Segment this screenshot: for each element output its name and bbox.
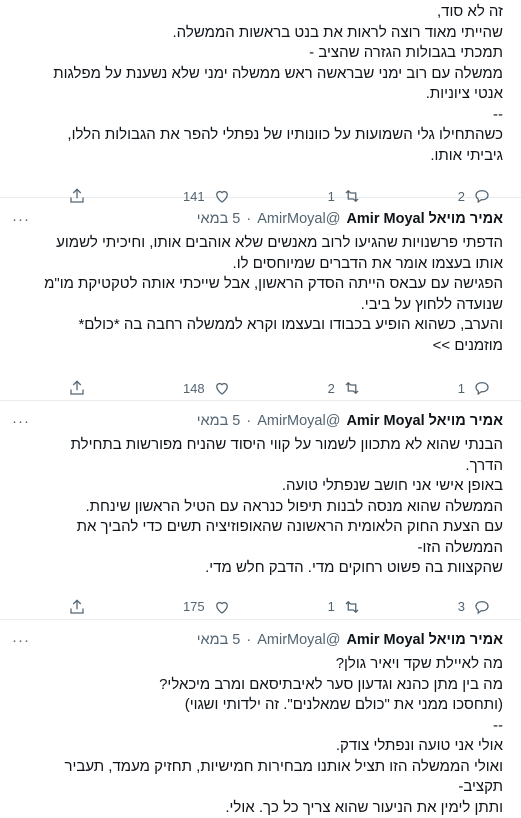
tweet-3[interactable]: אמיר מויאל Amir Moyal @AmirMoyal · 5 במא… <box>0 401 521 620</box>
tweet-line: באופן אישי אני חושב שנפתלי טועה. <box>12 476 503 497</box>
separator-dot: · <box>246 413 251 429</box>
tweet-line: מה לאיילת שקד ויאיר גולן? <box>12 654 503 675</box>
tweet-body: הבנתי שהוא לא מתכוון לשמור על קווי היסוד… <box>12 435 503 579</box>
separator-dot: · <box>246 632 251 648</box>
tweet-actions: 148 2 1 <box>12 371 503 405</box>
tweet-line: אנטי ציוניות. <box>12 84 503 105</box>
tweet-body: הדפתי פרשנויות שהגיעו לרוב מאנשים שלא או… <box>12 233 503 356</box>
tweet-line: הדפתי פרשנויות שהגיעו לרוב מאנשים שלא או… <box>12 233 503 254</box>
tweet-line: זה לא סוד, <box>12 2 503 23</box>
heart-icon <box>213 379 231 397</box>
reply-icon <box>473 379 491 397</box>
retweet-button[interactable]: 1 <box>328 598 361 616</box>
tweet-date[interactable]: 5 במאי <box>197 632 241 648</box>
reply-icon <box>473 598 491 616</box>
share-icon <box>68 598 86 616</box>
tweet-line: גיביתי אותו. <box>12 146 503 167</box>
tweet-line: הבנתי שהוא לא מתכוון לשמור על קווי היסוד… <box>12 435 503 456</box>
reply-count: 3 <box>458 599 465 614</box>
tweet-thread: זה לא סוד, שהייתי מאוד רוצה לראות את בנט… <box>0 0 521 810</box>
tweet-line: הממשלה שהוא מנסה לבנות תיפול כנראה עם הט… <box>12 497 503 518</box>
tweet-line: מה בין מתן כהנא וגדעון סער לאיבתיסאם ומר… <box>12 675 503 696</box>
author-name[interactable]: אמיר מויאל Amir Moyal <box>346 413 503 429</box>
tweet-line: אותו בעצמו אומר את הדברים שמיוחסים לו. <box>12 254 503 275</box>
tweet-line: -- <box>12 716 503 737</box>
reply-count: 1 <box>458 381 465 396</box>
heart-icon <box>213 598 231 616</box>
tweet-4[interactable]: אמיר מויאל Amir Moyal @AmirMoyal · 5 במא… <box>0 620 521 810</box>
reply-button[interactable]: 3 <box>458 598 491 616</box>
author-handle[interactable]: @AmirMoyal <box>257 211 340 227</box>
tweet-header: אמיר מויאל Amir Moyal @AmirMoyal · 5 במא… <box>12 209 503 229</box>
retweet-icon <box>343 379 361 397</box>
tweet-line: (ותחסכו ממני את "כולם שמאלנים". זה ילדות… <box>12 695 503 716</box>
more-options-icon[interactable]: ··· <box>12 413 30 430</box>
tweet-body: מה לאיילת שקד ויאיר גולן? מה בין מתן כהנ… <box>12 654 503 818</box>
tweet-line: שנועדה ללחוץ על ביבי. <box>12 295 503 316</box>
tweet-line: הדרך. <box>12 456 503 477</box>
tweet-line: תמכתי בגבולות הגזרה שהציב - <box>12 43 503 64</box>
share-button[interactable] <box>68 379 86 397</box>
like-count: 175 <box>183 599 205 614</box>
tweet-date[interactable]: 5 במאי <box>197 211 241 227</box>
tweet-1[interactable]: זה לא סוד, שהייתי מאוד רוצה לראות את בנט… <box>0 0 521 198</box>
more-options-icon[interactable]: ··· <box>12 211 30 228</box>
like-button[interactable]: 148 <box>183 379 231 397</box>
more-options-icon[interactable]: ··· <box>12 632 30 649</box>
tweet-line: שהייתי מאוד רוצה לראות את בנט בראשות הממ… <box>12 23 503 44</box>
like-button[interactable]: 175 <box>183 598 231 616</box>
tweet-line: -- <box>12 105 503 126</box>
retweet-icon <box>343 598 361 616</box>
retweet-button[interactable]: 2 <box>328 379 361 397</box>
tweet-date[interactable]: 5 במאי <box>197 413 241 429</box>
separator-dot: · <box>246 211 251 227</box>
reply-button[interactable]: 1 <box>458 379 491 397</box>
share-icon <box>68 379 86 397</box>
author-name[interactable]: אמיר מויאל Amir Moyal <box>346 632 503 648</box>
tweet-line: מוזמנים >> <box>12 336 503 357</box>
author-handle[interactable]: @AmirMoyal <box>257 632 340 648</box>
retweet-count: 2 <box>328 381 335 396</box>
tweet-line: שהקצוות בה פשוט רחוקים מדי. הדבק חלש מדי… <box>12 558 503 579</box>
tweet-actions: 175 1 3 <box>12 590 503 624</box>
author-name[interactable]: אמיר מויאל Amir Moyal <box>346 211 503 227</box>
retweet-count: 1 <box>328 599 335 614</box>
tweet-line: עם הצעת החוק הלאומית הראשונה שהאופוזיציה… <box>12 517 503 538</box>
tweet-line: והערב, כשהוא הופיע בכבודו ובעצמו וקרא למ… <box>12 315 503 336</box>
tweet-header: אמיר מויאל Amir Moyal @AmirMoyal · 5 במא… <box>12 630 503 650</box>
tweet-line: ואולי הממשלה הזו תציל אותנו מבחירות חמיש… <box>12 757 503 778</box>
tweet-line: ממשלה עם רוב ימני שבראשה ראש ממשלה ימני … <box>12 64 503 85</box>
tweet-header: אמיר מויאל Amir Moyal @AmirMoyal · 5 במא… <box>12 411 503 431</box>
tweet-line: ותתן לימין את הניעור שהוא צריך כל כך. או… <box>12 798 503 818</box>
tweet-line: כשהתחילו גלי השמועות על כוונותיו של נפתל… <box>12 125 503 146</box>
tweet-line: הממשלה הזו- <box>12 538 503 559</box>
author-handle[interactable]: @AmirMoyal <box>257 413 340 429</box>
tweet-body: זה לא סוד, שהייתי מאוד רוצה לראות את בנט… <box>12 0 503 166</box>
tweet-line: הפגישה עם עבאס הייתה הסדק הראשון, אבל שי… <box>12 274 503 295</box>
like-count: 148 <box>183 381 205 396</box>
tweet-line: אולי אני טועה ונפתלי צודק. <box>12 736 503 757</box>
tweet-line: תקציב- <box>12 777 503 798</box>
tweet-2[interactable]: אמיר מויאל Amir Moyal @AmirMoyal · 5 במא… <box>0 198 521 401</box>
share-button[interactable] <box>68 598 86 616</box>
